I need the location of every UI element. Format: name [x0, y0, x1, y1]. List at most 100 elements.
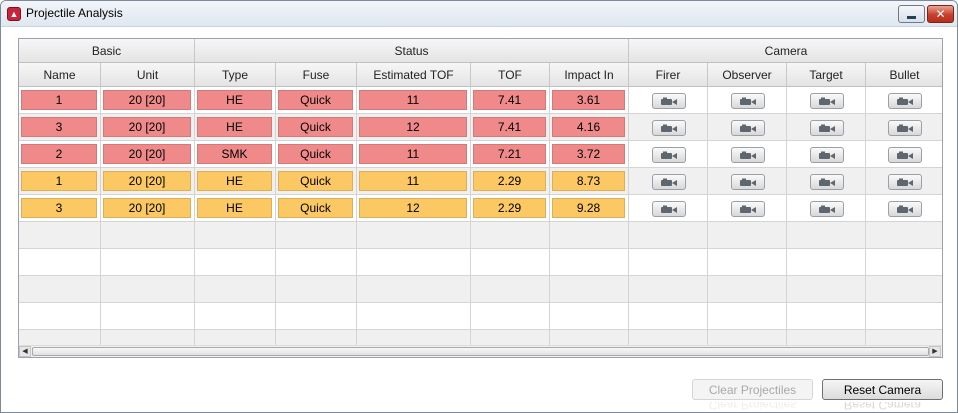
target-camera-button[interactable] [810, 93, 844, 109]
table-cell [629, 303, 708, 330]
column-header-name[interactable]: Name [19, 63, 101, 87]
table-cell: 7.41 [471, 114, 550, 141]
observer-camera-button[interactable] [731, 120, 765, 136]
camera-icon [661, 124, 677, 132]
column-header-bullet[interactable]: Bullet [866, 63, 942, 87]
table-cell [471, 276, 550, 303]
table-cell [357, 303, 471, 330]
table-cell [19, 249, 101, 276]
observer-camera-button[interactable] [731, 93, 765, 109]
table-cell: Quick [276, 141, 357, 168]
table-cell: HE [195, 87, 276, 114]
firer-camera-button[interactable] [652, 174, 686, 190]
close-button[interactable]: ✕ [927, 5, 954, 23]
table-cell: 3.72 [550, 141, 629, 168]
target-camera-button[interactable] [810, 201, 844, 217]
camera-icon [819, 178, 835, 186]
table-cell [276, 276, 357, 303]
scroll-thumb[interactable] [32, 347, 929, 356]
table-row[interactable]: 3 20 [20] HE Quick 12 2.29 9.28 [19, 195, 942, 222]
status-cell-unit: 20 [20] [103, 90, 191, 110]
table-cell [629, 168, 708, 195]
table-cell [708, 249, 787, 276]
firer-camera-button[interactable] [652, 201, 686, 217]
status-cell-fuse: Quick [278, 198, 353, 218]
observer-camera-button[interactable] [731, 147, 765, 163]
table-cell [787, 303, 866, 330]
bullet-camera-button[interactable] [888, 120, 922, 136]
table-cell [629, 141, 708, 168]
column-header-type[interactable]: Type [195, 63, 276, 87]
bullet-camera-button[interactable] [888, 147, 922, 163]
status-cell-impact-in: 4.16 [552, 117, 625, 137]
status-cell-tof: 7.41 [473, 117, 546, 137]
status-cell-name: 2 [21, 144, 97, 164]
target-camera-button[interactable] [810, 174, 844, 190]
clear-projectiles-button[interactable]: Clear Projectiles [692, 379, 813, 400]
empty-table-row [19, 276, 942, 303]
table-cell: HE [195, 114, 276, 141]
column-header-impact-in[interactable]: Impact In [550, 63, 629, 87]
table-cell [629, 249, 708, 276]
table-cell [101, 303, 195, 330]
scroll-left-arrow-icon[interactable]: ◀ [19, 346, 31, 357]
table-cell [195, 249, 276, 276]
table-cell [708, 87, 787, 114]
table-row[interactable]: 3 20 [20] HE Quick 12 7.41 4.16 [19, 114, 942, 141]
table-cell [787, 141, 866, 168]
reset-camera-reflection: Reset Camera [843, 402, 922, 412]
observer-camera-button[interactable] [731, 174, 765, 190]
table-cell [708, 222, 787, 249]
status-cell-estimated-tof: 12 [359, 117, 467, 137]
table-cell: HE [195, 168, 276, 195]
bullet-camera-button[interactable] [888, 174, 922, 190]
table-cell [19, 222, 101, 249]
target-camera-button[interactable] [810, 147, 844, 163]
column-header-firer[interactable]: Firer [629, 63, 708, 87]
table-cell [708, 276, 787, 303]
status-cell-unit: 20 [20] [103, 171, 191, 191]
table-cell [787, 195, 866, 222]
projectile-analysis-window: ▲ Projectile Analysis ✕ Basic Status Camer… [0, 0, 958, 413]
column-header-target[interactable]: Target [787, 63, 866, 87]
table-cell [708, 303, 787, 330]
column-header-observer[interactable]: Observer [708, 63, 787, 87]
firer-camera-button[interactable] [652, 147, 686, 163]
table-cell [787, 249, 866, 276]
table-row[interactable]: 2 20 [20] SMK Quick 11 7.21 3.72 [19, 141, 942, 168]
column-header-tof[interactable]: TOF [471, 63, 550, 87]
scroll-right-arrow-icon[interactable]: ▶ [929, 346, 941, 357]
table-row[interactable]: 1 20 [20] HE Quick 11 7.41 3.61 [19, 87, 942, 114]
status-cell-fuse: Quick [278, 171, 353, 191]
table-cell [787, 114, 866, 141]
target-camera-button[interactable] [810, 120, 844, 136]
table-row[interactable]: 1 20 [20] HE Quick 11 2.29 8.73 [19, 168, 942, 195]
column-header-estimated-tof[interactable]: Estimated TOF [357, 63, 471, 87]
firer-camera-button[interactable] [652, 120, 686, 136]
status-cell-fuse: Quick [278, 90, 353, 110]
status-cell-name: 3 [21, 117, 97, 137]
table-cell [708, 168, 787, 195]
column-header-unit[interactable]: Unit [101, 63, 195, 87]
camera-icon [819, 97, 835, 105]
firer-camera-button[interactable] [652, 93, 686, 109]
empty-table-row [19, 303, 942, 330]
table-cell [471, 303, 550, 330]
table-cell [629, 195, 708, 222]
camera-icon [819, 205, 835, 213]
table-cell: 7.41 [471, 87, 550, 114]
table-cell [866, 222, 942, 249]
horizontal-scrollbar[interactable]: ◀ ▶ [19, 345, 942, 357]
empty-table-row [19, 249, 942, 276]
bullet-camera-button[interactable] [888, 201, 922, 217]
reset-camera-button[interactable]: Reset Camera [822, 379, 943, 400]
minimize-button[interactable] [898, 5, 925, 23]
app-logo-icon: ▲ [7, 7, 21, 21]
observer-camera-button[interactable] [731, 201, 765, 217]
status-cell-tof: 2.29 [473, 198, 546, 218]
table-cell [357, 276, 471, 303]
bullet-camera-button[interactable] [888, 93, 922, 109]
table-cell [471, 222, 550, 249]
column-header-fuse[interactable]: Fuse [276, 63, 357, 87]
table-cell: 20 [20] [101, 168, 195, 195]
